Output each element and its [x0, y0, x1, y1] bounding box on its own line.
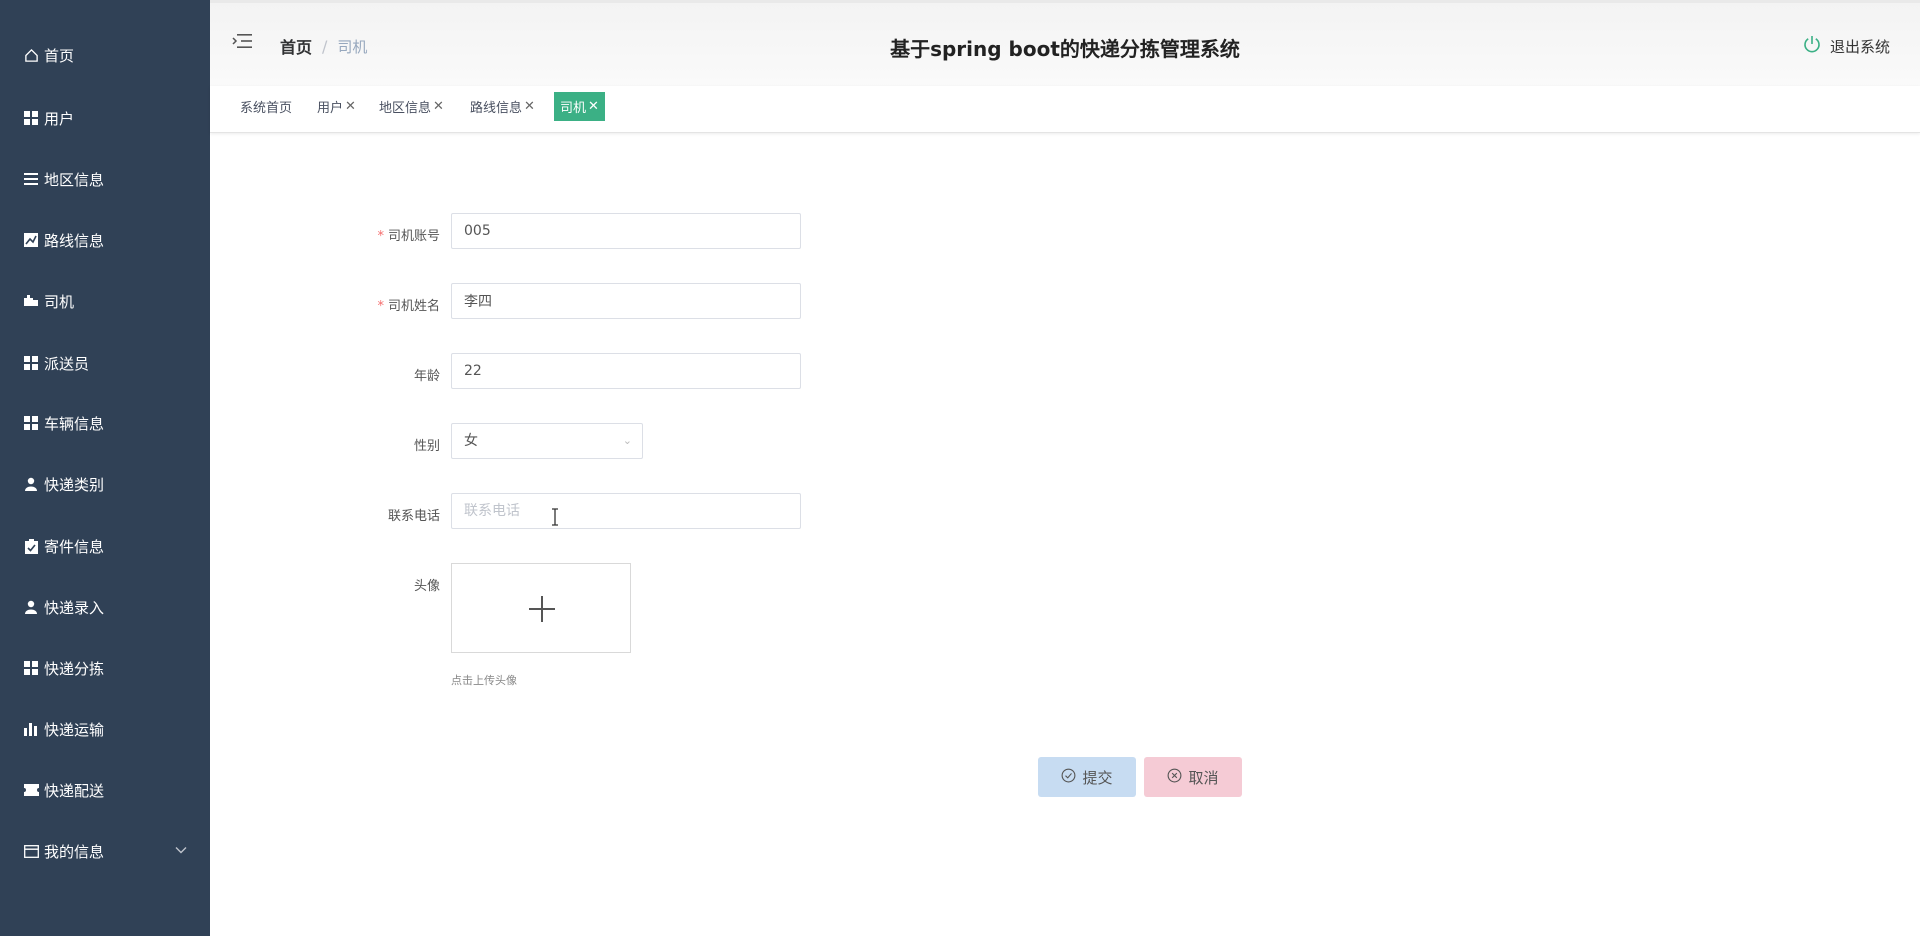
- sidebar-item-shipment[interactable]: 寄件信息: [0, 526, 210, 566]
- grid-icon: [22, 109, 40, 127]
- avatar-upload[interactable]: [451, 563, 631, 653]
- power-icon: [1802, 34, 1822, 58]
- sidebar-item-label: 快递运输: [44, 720, 105, 739]
- sidebar: 首页 用户 地区信息 路线信息 司机 派送员 车辆信息 快递类别 寄件信息 快递…: [0, 0, 210, 936]
- sidebar-item-transport[interactable]: 快递运输: [0, 709, 210, 749]
- grid-icon: [22, 354, 40, 372]
- account-label-text: 司机账号: [387, 229, 440, 244]
- avatar-upload-tip: 点击上传头像: [451, 674, 517, 687]
- tab-region[interactable]: 地区信息 ✕: [373, 92, 450, 121]
- sidebar-item-region[interactable]: 地区信息: [0, 159, 210, 199]
- age-input[interactable]: [451, 353, 801, 389]
- name-label-text: 司机姓名: [387, 299, 440, 314]
- cancel-button[interactable]: 取消: [1144, 757, 1242, 797]
- tab-label: 用户: [317, 101, 344, 116]
- sidebar-item-users[interactable]: 用户: [0, 98, 210, 138]
- grid-icon: [22, 659, 40, 677]
- submit-label: 提交: [1082, 768, 1113, 787]
- sidebar-item-label: 路线信息: [44, 231, 105, 250]
- sidebar-item-label: 用户: [44, 109, 75, 128]
- sidebar-item-express-entry[interactable]: 快递录入: [0, 587, 210, 627]
- clipboard-icon: [22, 537, 40, 555]
- tab-system-home[interactable]: 系统首页: [234, 92, 298, 121]
- sidebar-item-label: 快递配送: [44, 781, 105, 800]
- tab-label: 地区信息: [379, 101, 432, 116]
- sidebar-item-label: 车辆信息: [44, 414, 105, 433]
- sidebar-item-label: 派送员: [44, 354, 90, 373]
- phone-label: 联系电话: [387, 509, 440, 524]
- logout-label: 退出系统: [1829, 37, 1890, 56]
- sidebar-item-express-type[interactable]: 快递类别: [0, 464, 210, 504]
- sidebar-item-driver[interactable]: 司机: [0, 281, 210, 321]
- system-title: 基于spring boot的快递分拣管理系统: [890, 37, 1240, 61]
- select-arrow-icon: ⌄: [622, 434, 632, 447]
- bar-chart-icon: [22, 720, 40, 738]
- required-mark: *: [377, 229, 384, 244]
- gender-select[interactable]: 女 ⌄: [451, 423, 643, 459]
- cancel-label: 取消: [1188, 768, 1219, 787]
- check-circle-icon: [1061, 768, 1076, 787]
- sidebar-item-my-info[interactable]: 我的信息: [0, 831, 210, 871]
- logout-button[interactable]: 退出系统: [1802, 34, 1890, 58]
- chart-icon: [22, 231, 40, 249]
- account-input[interactable]: [451, 213, 801, 249]
- sidebar-item-label: 地区信息: [44, 170, 105, 189]
- sidebar-item-route[interactable]: 路线信息: [0, 220, 210, 260]
- sidebar-item-label: 寄件信息: [44, 537, 105, 556]
- tab-label: 系统首页: [240, 101, 293, 116]
- sidebar-item-label: 司机: [44, 292, 75, 311]
- sidebar-item-courier[interactable]: 派送员: [0, 343, 210, 383]
- tags-view: 系统首页 用户 ✕ 地区信息 ✕ 路线信息 ✕ 司机 ✕: [210, 86, 1920, 133]
- sidebar-item-vehicle[interactable]: 车辆信息: [0, 403, 210, 443]
- sidebar-item-label: 快递录入: [44, 598, 105, 617]
- user-icon: [22, 475, 40, 493]
- tab-label: 司机: [560, 101, 587, 116]
- tab-users[interactable]: 用户 ✕: [311, 92, 362, 121]
- home-icon: [22, 46, 40, 64]
- age-label: 年龄: [413, 369, 440, 384]
- sidebar-item-label: 首页: [44, 46, 75, 65]
- chevron-down-icon[interactable]: [174, 843, 188, 861]
- name-label: * 司机姓名: [200, 295, 440, 314]
- x-circle-icon: [1167, 768, 1182, 787]
- top-header: 首页 / 司机 基于spring boot的快递分拣管理系统 退出系统: [210, 0, 1920, 86]
- sidebar-item-home[interactable]: 首页: [0, 35, 210, 75]
- sidebar-item-label: 我的信息: [44, 842, 105, 861]
- plus-icon: [528, 595, 556, 627]
- tab-driver[interactable]: 司机 ✕: [554, 92, 605, 121]
- text-cursor-icon: [550, 508, 560, 530]
- grid-icon: [22, 414, 40, 432]
- close-icon[interactable]: ✕: [524, 99, 535, 114]
- tab-label: 路线信息: [470, 101, 523, 116]
- truck-icon: [22, 292, 40, 310]
- name-input[interactable]: [451, 283, 801, 319]
- gender-label: 性别: [413, 439, 440, 454]
- card-icon: [22, 842, 40, 860]
- phone-input[interactable]: [451, 493, 801, 529]
- close-icon[interactable]: ✕: [345, 99, 356, 114]
- user-icon: [22, 598, 40, 616]
- sidebar-item-sorting[interactable]: 快递分拣: [0, 648, 210, 688]
- sidebar-item-label: 快递分拣: [44, 659, 105, 678]
- close-icon[interactable]: ✕: [588, 99, 599, 114]
- gender-value: 女: [464, 433, 478, 449]
- account-label: * 司机账号: [200, 225, 440, 244]
- tab-route[interactable]: 路线信息 ✕: [464, 92, 541, 121]
- required-mark: *: [377, 299, 384, 314]
- submit-button[interactable]: 提交: [1038, 757, 1136, 797]
- sidebar-item-delivery[interactable]: 快递配送: [0, 770, 210, 810]
- sidebar-item-label: 快递类别: [44, 475, 105, 494]
- close-icon[interactable]: ✕: [433, 99, 444, 114]
- list-icon: [22, 170, 40, 188]
- ticket-icon: [22, 781, 40, 799]
- avatar-label: 头像: [413, 579, 440, 594]
